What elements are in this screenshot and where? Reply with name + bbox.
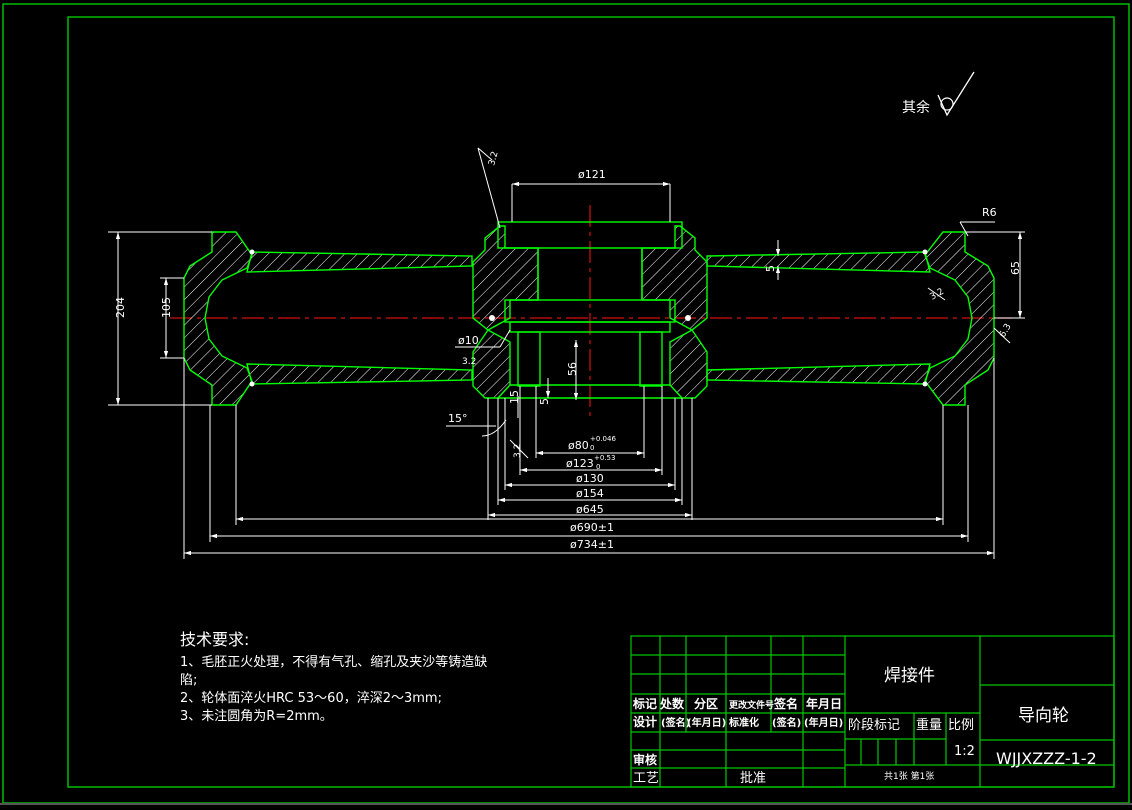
tb-header-docno: 更改文件号 <box>729 699 774 711</box>
tb-date1: (年月日) <box>687 716 726 729</box>
left-spoke-lower <box>246 363 473 385</box>
right-spoke-upper <box>706 251 931 273</box>
tb-review: 审核 <box>633 752 657 767</box>
dim-r6-text: R6 <box>982 206 997 219</box>
tb-stage-mark: 阶段标记 <box>848 718 900 733</box>
roughness-32-bottom: 3.2 <box>513 444 523 458</box>
dim-5-bottom-text: 5 <box>538 398 551 405</box>
tb-approve: 批准 <box>740 771 766 786</box>
roughness-63-right: 6.3 <box>998 322 1014 339</box>
tech-req-line1: 1、毛胚正火处理，不得有气孔、缩孔及夹沙等铸造缺 <box>180 654 487 670</box>
tb-material: 焊接件 <box>884 666 935 686</box>
dim-d123-text: ø123 <box>566 457 594 470</box>
dim-105-text: 105 <box>160 297 173 318</box>
tb-drawing-no: WJJXZZZ-1-2 <box>996 749 1097 768</box>
tb-weight: 重量 <box>916 717 942 733</box>
dim-d130-text: ø130 <box>576 472 604 485</box>
right-spoke-lower <box>706 363 931 385</box>
hub-right-lower-section <box>669 329 708 399</box>
tb-header-zone: 分区 <box>694 696 718 711</box>
left-spoke-upper <box>246 251 473 273</box>
dim-d80-tol-lower: 0 <box>590 444 594 452</box>
hatched-sections <box>183 225 995 406</box>
tech-req-line3: 3、未注圆角为R=2mm。 <box>180 709 333 724</box>
dimension-texts: ø121 R6 204 105 65 5 ø10 56 15 5 15° ø80… <box>114 150 1022 551</box>
tb-process: 工艺 <box>633 771 659 786</box>
tech-req-line2: 2、轮体面淬火HRC 53～60，淬深2～3mm; <box>180 691 442 706</box>
dim-d154-text: ø154 <box>576 487 604 500</box>
dim-d80-text: ø80 <box>568 439 589 452</box>
tb-sign1: (签名) <box>661 716 690 729</box>
tb-header-mark: 标记 <box>632 696 657 711</box>
dim-56-text: 56 <box>566 362 579 376</box>
dim-204-text: 204 <box>114 297 127 318</box>
tb-header-sign: 签名 <box>773 696 798 711</box>
tech-req-title: 技术要求: <box>180 630 249 649</box>
dim-angle15-text: 15° <box>448 412 468 425</box>
bushing-left <box>517 331 541 387</box>
roughness-circle-icon <box>940 97 954 111</box>
tb-scale-value: 1:2 <box>954 744 975 759</box>
roughness-general-label: 其余 <box>902 99 930 116</box>
title-block: 焊接件 导向轮 WJJXZZZ-1-2 标记 处数 分区 更改文件号 签名 年月… <box>630 635 1115 788</box>
bushing-right <box>639 331 663 387</box>
tb-sheets: 共1张 第1张 <box>884 770 934 782</box>
dim-d123-tol-upper: +0.53 <box>594 454 615 462</box>
dim-15-text: 15 <box>508 390 521 404</box>
tech-requirements: 技术要求: 1、毛胚正火处理，不得有气孔、缩孔及夹沙等铸造缺 陷; 2、轮体面淬… <box>180 630 487 724</box>
roughness-32-mid: 3.2 <box>462 357 476 367</box>
drawing-svg: 其余 ø121 R6 204 105 65 5 ø10 56 15 5 15° … <box>0 3 1132 805</box>
tb-header-count: 处数 <box>659 696 685 711</box>
tb-scale: 比例 <box>948 718 974 733</box>
tb-part-name: 导向轮 <box>1018 706 1069 726</box>
dim-d80-tol-upper: +0.046 <box>590 435 616 443</box>
dim-d123-tol-lower: 0 <box>596 463 600 471</box>
tech-req-line1b: 陷; <box>180 673 197 688</box>
dim-65-text: 65 <box>1009 261 1022 275</box>
dim-d734-text: ø734±1 <box>570 538 614 551</box>
tb-date2: (年月日) <box>804 716 843 729</box>
roughness-general: 其余 <box>902 71 975 117</box>
tb-sign2: (签名) <box>772 716 801 729</box>
centerlines <box>170 205 1012 420</box>
dim-d690-text: ø690±1 <box>570 521 614 534</box>
dim-d645-text: ø645 <box>576 503 604 516</box>
tb-design: 设计 <box>633 714 657 729</box>
tb-header-date: 年月日 <box>806 696 842 711</box>
hub-outline <box>497 221 683 399</box>
roughness-32-top: 3.2 <box>487 150 500 166</box>
dim-d121-text: ø121 <box>578 168 606 181</box>
cad-drawing-canvas: 其余 ø121 R6 204 105 65 5 ø10 56 15 5 15° … <box>0 0 1132 810</box>
dimension-lines <box>108 147 1025 559</box>
dim-d10-text: ø10 <box>458 334 479 347</box>
tb-standard: 标准化 <box>728 716 759 729</box>
roughness-32-rim: 3.2 <box>929 287 946 303</box>
dim-5-top-text: 5 <box>764 265 777 272</box>
